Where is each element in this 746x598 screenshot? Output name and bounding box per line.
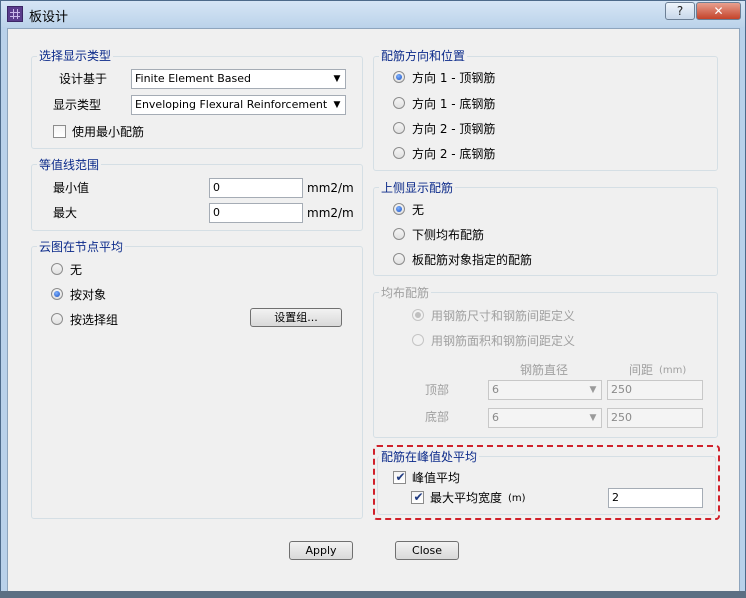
bottom-spacing-input[interactable]: 250: [607, 408, 703, 428]
window-title: 板设计: [29, 10, 69, 25]
top-bar-size-value: 6: [492, 383, 499, 396]
chevron-down-icon: ▼: [333, 100, 341, 110]
node-average-by-object-radio[interactable]: [51, 288, 63, 300]
spacing-header: 间距: [629, 363, 654, 377]
close-button[interactable]: Close: [395, 541, 459, 560]
node-average-group-title: 云图在节点平均: [37, 240, 126, 254]
node-average-group: [31, 246, 363, 519]
direction2-top-label: 方向 2 - 顶钢筋: [412, 122, 496, 136]
max-width-checkbox[interactable]: ✔: [411, 490, 424, 504]
peak-average-label: 峰值平均: [412, 471, 461, 485]
checkmark-icon: ✔: [395, 470, 406, 484]
contour-range-group: [31, 164, 363, 231]
rebar-direction-group-title: 配筋方向和位置: [379, 49, 468, 63]
top-display-group-title: 上侧显示配筋: [379, 181, 456, 195]
direction1-top-label: 方向 1 - 顶钢筋: [412, 71, 496, 85]
use-min-rebar-checkbox[interactable]: [53, 125, 66, 138]
display-type-select[interactable]: Enveloping Flexural Reinforcement ▼: [131, 95, 346, 115]
direction1-bottom-label: 方向 1 - 底钢筋: [412, 97, 496, 111]
top-display-assigned-label: 板配筋对象指定的配筋: [412, 253, 533, 267]
max-unit-label: mm2/m: [307, 206, 354, 220]
design-basis-label: 设计基于: [59, 72, 108, 86]
display-type-group-title: 选择显示类型: [37, 49, 114, 63]
uniform-rebar-group-title: 均布配筋: [379, 286, 432, 300]
display-type-value: Enveloping Flexural Reinforcement: [135, 98, 328, 111]
checkmark-icon: ✔: [413, 490, 424, 504]
set-group-button[interactable]: 设置组...: [250, 308, 342, 327]
design-basis-value: Finite Element Based: [135, 72, 251, 85]
peak-average-checkbox[interactable]: ✔: [393, 470, 406, 484]
direction2-bottom-radio[interactable]: [393, 147, 405, 159]
top-spacing-input[interactable]: 250: [607, 380, 703, 400]
top-display-none-radio[interactable]: [393, 203, 405, 215]
max-value-label: 最大: [53, 206, 78, 220]
max-width-label: 最大平均宽度: [430, 491, 503, 505]
node-average-by-object-label: 按对象: [70, 288, 107, 302]
close-window-button[interactable]: ✕: [696, 2, 741, 20]
top-display-uniform-radio[interactable]: [393, 228, 405, 240]
bar-size-header: 钢筋直径: [520, 363, 569, 377]
uniform-by-area-radio[interactable]: [412, 334, 424, 346]
chevron-down-icon: ▼: [333, 74, 341, 84]
max-value-input[interactable]: 0: [209, 203, 303, 223]
uniform-by-area-label: 用钢筋面积和钢筋间距定义: [431, 334, 576, 348]
top-bar-label: 顶部: [425, 383, 450, 397]
direction2-bottom-label: 方向 2 - 底钢筋: [412, 147, 496, 161]
dialog-window: 板设计 ? ✕ 选择显示类型 设计基于 Finite Element Based…: [0, 0, 746, 598]
top-display-uniform-label: 下侧均布配筋: [412, 228, 485, 242]
spacing-unit-label: (mm): [659, 365, 687, 376]
uniform-by-size-radio[interactable]: [412, 309, 424, 321]
node-average-by-group-radio[interactable]: [51, 313, 63, 325]
min-value-input[interactable]: 0: [209, 178, 303, 198]
title-bar[interactable]: 板设计 ? ✕: [1, 1, 745, 27]
design-basis-select[interactable]: Finite Element Based ▼: [131, 69, 346, 89]
bottom-bar-size-value: 6: [492, 411, 499, 424]
display-type-label: 显示类型: [53, 98, 102, 112]
node-average-none-radio[interactable]: [51, 263, 63, 275]
top-display-assigned-radio[interactable]: [393, 253, 405, 265]
top-bar-size-select[interactable]: 6 ▼: [488, 380, 602, 400]
max-width-input[interactable]: 2: [608, 488, 703, 508]
bottom-bar-size-select[interactable]: 6 ▼: [488, 408, 602, 428]
bottom-bar-label: 底部: [425, 410, 450, 424]
use-min-rebar-label: 使用最小配筋: [72, 125, 145, 139]
node-average-none-label: 无: [70, 263, 83, 277]
apply-button[interactable]: Apply: [289, 541, 353, 560]
min-value-label: 最小值: [53, 181, 90, 195]
peak-average-group-title: 配筋在峰值处平均: [379, 450, 480, 464]
max-width-unit: (m): [508, 493, 526, 504]
direction2-top-radio[interactable]: [393, 122, 405, 134]
node-average-by-group-label: 按选择组: [70, 313, 119, 327]
help-button[interactable]: ?: [665, 2, 695, 20]
chevron-down-icon: ▼: [589, 413, 597, 423]
min-unit-label: mm2/m: [307, 181, 354, 195]
contour-range-group-title: 等值线范围: [37, 158, 102, 172]
taskbar-edge: [0, 591, 746, 598]
direction1-top-radio[interactable]: [393, 71, 405, 83]
chevron-down-icon: ▼: [589, 385, 597, 395]
uniform-by-size-label: 用钢筋尺寸和钢筋间距定义: [431, 309, 576, 323]
app-grid-icon: [7, 6, 23, 22]
direction1-bottom-radio[interactable]: [393, 97, 405, 109]
top-display-none-label: 无: [412, 203, 425, 217]
